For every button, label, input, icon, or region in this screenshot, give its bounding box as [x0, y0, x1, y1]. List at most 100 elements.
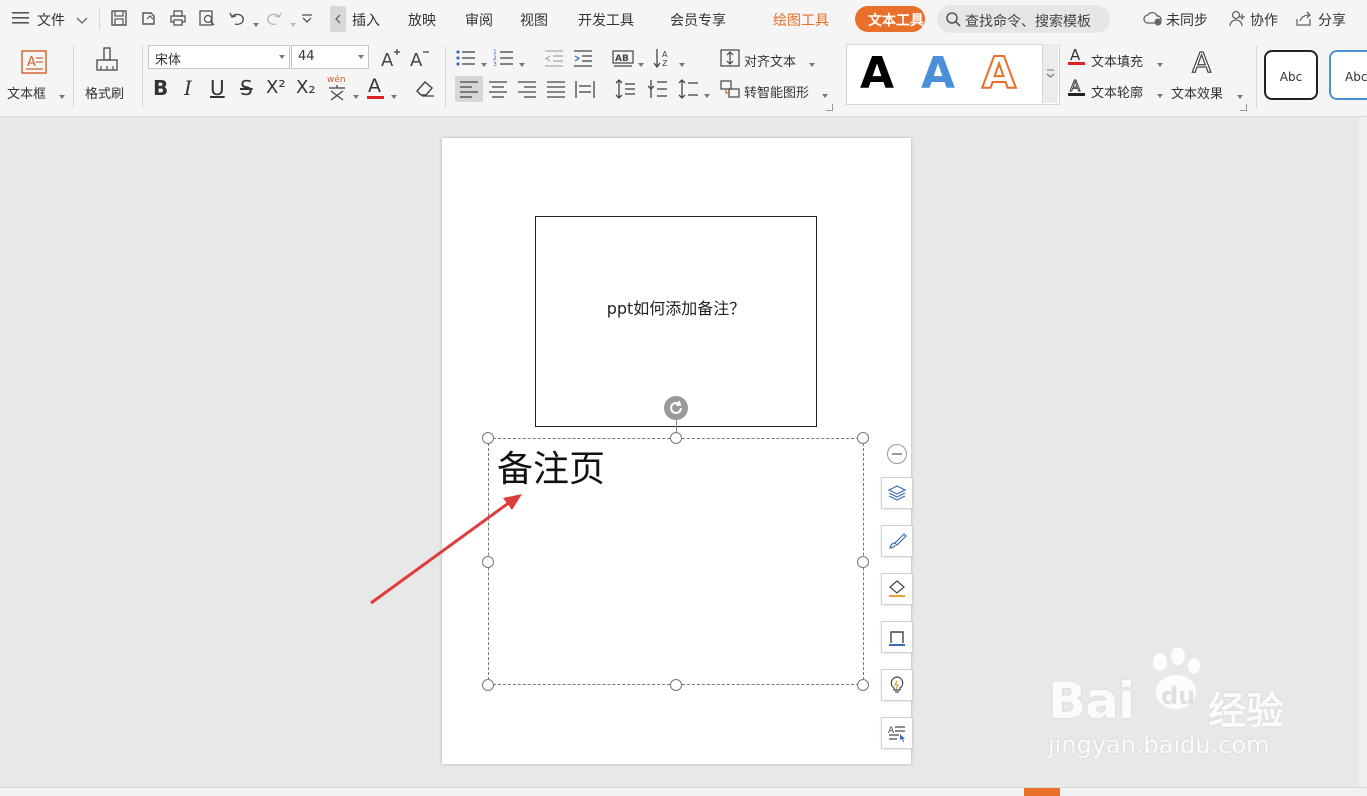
cloud-sync-icon[interactable] — [1143, 10, 1163, 30]
bullet-list-dropdown-icon[interactable] — [478, 57, 487, 72]
increase-font-size-icon[interactable]: A — [380, 47, 402, 73]
hamburger-menu-icon[interactable] — [12, 11, 30, 25]
undo-icon[interactable] — [228, 9, 246, 27]
text-settings-launcher[interactable] — [1240, 104, 1247, 111]
font-size-select[interactable]: 44 — [291, 45, 369, 69]
sort-dropdown-icon[interactable] — [676, 57, 685, 72]
resize-handle-bottom-right[interactable] — [857, 679, 869, 691]
font-name-select[interactable]: 宋体 — [148, 45, 290, 69]
print-preview-icon[interactable] — [198, 9, 216, 27]
increase-indent-icon[interactable] — [572, 47, 594, 69]
tab-drawing-tools[interactable]: 绘图工具 — [773, 10, 829, 30]
paragraph-spacing-icon[interactable] — [647, 78, 669, 100]
decrease-indent-icon[interactable] — [543, 47, 565, 69]
shape-style-preset-1[interactable]: Abc — [1264, 50, 1318, 100]
subscript-button[interactable]: X₂ — [296, 77, 316, 98]
format-brush-tool-button[interactable] — [881, 525, 913, 557]
outline-tool-button[interactable] — [881, 621, 913, 653]
smart-suggestion-button[interactable] — [881, 669, 913, 701]
tab-insert[interactable]: 插入 — [352, 10, 380, 30]
tab-developer[interactable]: 开发工具 — [578, 10, 634, 30]
paragraph-settings-launcher[interactable] — [826, 104, 833, 111]
undo-dropdown-icon[interactable] — [250, 17, 259, 32]
text-fill-icon[interactable]: A — [1067, 46, 1087, 70]
text-effect-button[interactable]: 文本效果 — [1171, 83, 1223, 102]
text-effect-icon[interactable]: A — [1190, 45, 1220, 80]
font-color-dropdown-icon[interactable] — [388, 89, 397, 104]
bold-button[interactable]: B — [153, 76, 168, 100]
style-orange-outline-a[interactable]: A — [981, 48, 1017, 100]
collaborate-button[interactable]: 协作 — [1250, 10, 1278, 30]
strikethrough-button[interactable]: S — [240, 76, 253, 100]
layer-tool-button[interactable] — [881, 477, 913, 509]
align-right-icon[interactable] — [516, 78, 538, 100]
numbered-list-icon[interactable]: 123 — [493, 47, 515, 69]
italic-button[interactable]: I — [184, 76, 192, 100]
sort-text-icon[interactable]: AZ — [652, 47, 674, 69]
fill-tool-button[interactable] — [881, 573, 913, 605]
format-painter-button[interactable]: 格式刷 — [85, 83, 124, 102]
text-select-tool-button[interactable]: A — [881, 717, 913, 749]
align-left-button[interactable] — [455, 76, 483, 102]
textbox-dropdown-icon[interactable] — [56, 89, 65, 104]
text-outline-button[interactable]: 文本轮廓 — [1091, 82, 1143, 101]
align-text-icon[interactable] — [719, 47, 741, 69]
numbered-list-dropdown-icon[interactable] — [516, 57, 525, 72]
resize-handle-right[interactable] — [857, 556, 869, 568]
justify-icon[interactable] — [545, 78, 567, 100]
text-outline-icon[interactable]: A — [1067, 77, 1087, 101]
format-painter-icon[interactable] — [93, 46, 121, 80]
collaborate-icon[interactable] — [1228, 10, 1246, 31]
text-outline-dropdown-icon[interactable] — [1154, 88, 1163, 103]
smartart-dropdown-icon[interactable] — [819, 88, 828, 103]
font-color-button[interactable]: A — [366, 75, 388, 100]
bullet-list-icon[interactable] — [455, 47, 477, 69]
smartart-button[interactable]: 转智能图形 — [744, 82, 809, 101]
tab-member[interactable]: 会员专享 — [670, 10, 726, 30]
resize-handle-top-left[interactable] — [482, 432, 494, 444]
tab-slideshow[interactable]: 放映 — [408, 10, 436, 30]
resize-handle-top[interactable] — [670, 432, 682, 444]
text-direction-icon[interactable]: AB — [612, 47, 634, 69]
notes-text[interactable]: 备注页 — [497, 440, 605, 492]
share-button[interactable]: 分享 — [1318, 10, 1346, 30]
shape-style-preset-2[interactable]: Abc — [1329, 50, 1367, 100]
print-icon[interactable] — [169, 9, 187, 27]
text-direction-dropdown-icon[interactable] — [635, 57, 644, 72]
styles-more-button[interactable] — [1042, 44, 1058, 103]
line-spacing-icon[interactable] — [615, 78, 637, 100]
tab-review[interactable]: 审阅 — [465, 10, 493, 30]
clear-format-icon[interactable] — [414, 78, 436, 102]
scroll-tabs-left-button[interactable] — [330, 6, 346, 32]
sync-status[interactable]: 未同步 — [1166, 10, 1208, 30]
search-box[interactable]: 查找命令、搜索模板 — [937, 5, 1110, 33]
resize-handle-top-right[interactable] — [857, 432, 869, 444]
align-text-button[interactable]: 对齐文本 — [744, 51, 796, 70]
textbox-icon[interactable]: A — [20, 48, 48, 80]
file-menu[interactable]: 文件 — [37, 10, 65, 30]
text-effect-dropdown-icon[interactable] — [1234, 89, 1243, 104]
rotate-handle[interactable] — [664, 396, 688, 420]
vertical-scrollbar[interactable] — [1359, 117, 1367, 787]
underline-button[interactable]: U — [210, 76, 225, 100]
align-text-dropdown-icon[interactable] — [806, 57, 815, 72]
align-center-icon[interactable] — [487, 78, 509, 100]
customize-toolbar-icon[interactable] — [298, 9, 316, 27]
tab-view[interactable]: 视图 — [520, 10, 548, 30]
decrease-font-size-icon[interactable]: A — [409, 47, 431, 73]
pinyin-dropdown-icon[interactable] — [350, 89, 359, 104]
text-fill-dropdown-icon[interactable] — [1154, 57, 1163, 72]
file-chevron-down-icon[interactable] — [76, 14, 88, 29]
redo-icon[interactable] — [265, 9, 283, 27]
output-icon[interactable] — [140, 9, 158, 27]
spacing-dropdown-icon[interactable] — [701, 88, 710, 103]
tab-text-tools[interactable]: 文本工具 — [855, 6, 925, 32]
redo-dropdown-icon[interactable] — [287, 17, 296, 32]
resize-handle-bottom-left[interactable] — [482, 679, 494, 691]
smartart-icon[interactable] — [719, 78, 741, 100]
style-black-a[interactable]: A — [860, 49, 894, 99]
spacing-options-icon[interactable] — [678, 78, 700, 100]
distribute-icon[interactable] — [574, 78, 596, 100]
collapse-toolbar-button[interactable] — [887, 444, 907, 464]
superscript-button[interactable]: X² — [266, 77, 286, 98]
